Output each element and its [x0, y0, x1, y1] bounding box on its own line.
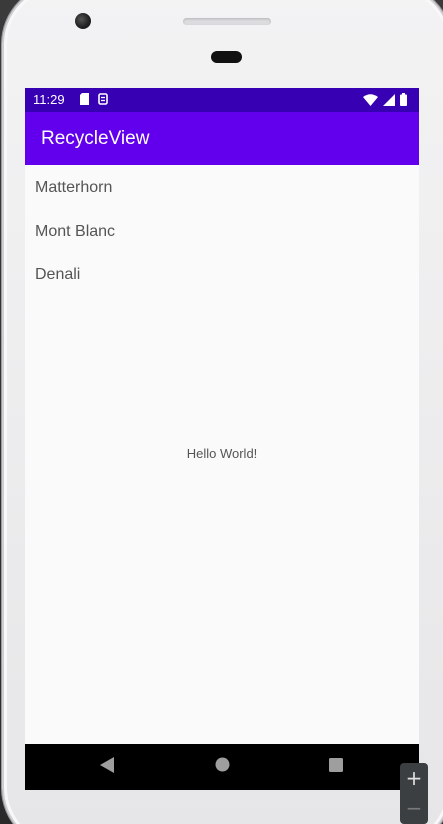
- hello-world-text: Hello World!: [186, 446, 258, 461]
- app-bar: RecycleView: [25, 112, 419, 165]
- notification-icon: [98, 93, 108, 108]
- emulator-stage: 11:29 RecycleView Matterhorn Mont Blanc …: [0, 0, 443, 824]
- status-bar: 11:29: [25, 88, 419, 112]
- earpiece-speaker: [183, 18, 271, 25]
- home-button[interactable]: [192, 744, 252, 790]
- status-left-icons: [80, 93, 108, 108]
- device-screen: 11:29 RecycleView Matterhorn Mont Blanc …: [25, 88, 419, 790]
- list-item-denali[interactable]: Denali: [25, 253, 419, 296]
- zoom-in-button[interactable]: +: [400, 763, 428, 793]
- sd-card-icon: [80, 93, 89, 108]
- zoom-controls: + −: [400, 763, 428, 824]
- status-time: 11:29: [33, 92, 65, 107]
- back-icon: [100, 756, 114, 778]
- list-item-matterhorn[interactable]: Matterhorn: [25, 165, 419, 210]
- zoom-out-button[interactable]: −: [400, 793, 428, 823]
- recents-icon: [329, 757, 343, 777]
- recents-button[interactable]: [306, 744, 366, 790]
- app-title: RecycleView: [41, 128, 150, 149]
- front-camera: [75, 13, 91, 29]
- recycler-view[interactable]: Matterhorn Mont Blanc Denali: [25, 165, 419, 296]
- home-icon: [215, 757, 230, 777]
- list-item-mont-blanc[interactable]: Mont Blanc: [25, 210, 419, 253]
- back-button[interactable]: [77, 744, 137, 790]
- navigation-bar: [25, 744, 419, 790]
- cell-signal-icon: [383, 93, 395, 109]
- wifi-icon: [363, 93, 378, 109]
- status-right-icons: [363, 93, 407, 109]
- proximity-sensor: [211, 51, 242, 63]
- battery-icon: [400, 93, 407, 109]
